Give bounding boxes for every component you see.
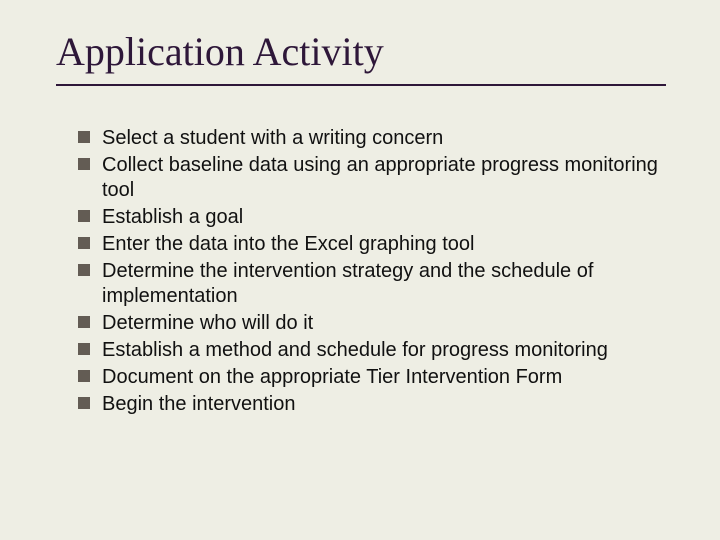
square-bullet-icon xyxy=(78,158,90,170)
bullet-list: Select a student with a writing concern … xyxy=(78,126,668,419)
list-item: Collect baseline data using an appropria… xyxy=(78,153,668,203)
list-item: Establish a goal xyxy=(78,205,668,230)
square-bullet-icon xyxy=(78,264,90,276)
list-item-text: Collect baseline data using an appropria… xyxy=(102,153,668,203)
list-item-text: Establish a method and schedule for prog… xyxy=(102,338,608,363)
list-item: Establish a method and schedule for prog… xyxy=(78,338,668,363)
list-item-text: Select a student with a writing concern xyxy=(102,126,443,151)
list-item-text: Establish a goal xyxy=(102,205,243,230)
list-item: Enter the data into the Excel graphing t… xyxy=(78,232,668,257)
list-item: Select a student with a writing concern xyxy=(78,126,668,151)
list-item-text: Determine the intervention strategy and … xyxy=(102,259,668,309)
list-item: Document on the appropriate Tier Interve… xyxy=(78,365,668,390)
list-item: Determine the intervention strategy and … xyxy=(78,259,668,309)
slide-title: Application Activity xyxy=(56,28,384,75)
list-item-text: Enter the data into the Excel graphing t… xyxy=(102,232,474,257)
square-bullet-icon xyxy=(78,237,90,249)
list-item: Begin the intervention xyxy=(78,392,668,417)
square-bullet-icon xyxy=(78,131,90,143)
list-item-text: Document on the appropriate Tier Interve… xyxy=(102,365,562,390)
list-item-text: Determine who will do it xyxy=(102,311,313,336)
square-bullet-icon xyxy=(78,370,90,382)
square-bullet-icon xyxy=(78,316,90,328)
square-bullet-icon xyxy=(78,343,90,355)
square-bullet-icon xyxy=(78,210,90,222)
title-underline xyxy=(56,84,666,86)
square-bullet-icon xyxy=(78,397,90,409)
list-item: Determine who will do it xyxy=(78,311,668,336)
list-item-text: Begin the intervention xyxy=(102,392,295,417)
